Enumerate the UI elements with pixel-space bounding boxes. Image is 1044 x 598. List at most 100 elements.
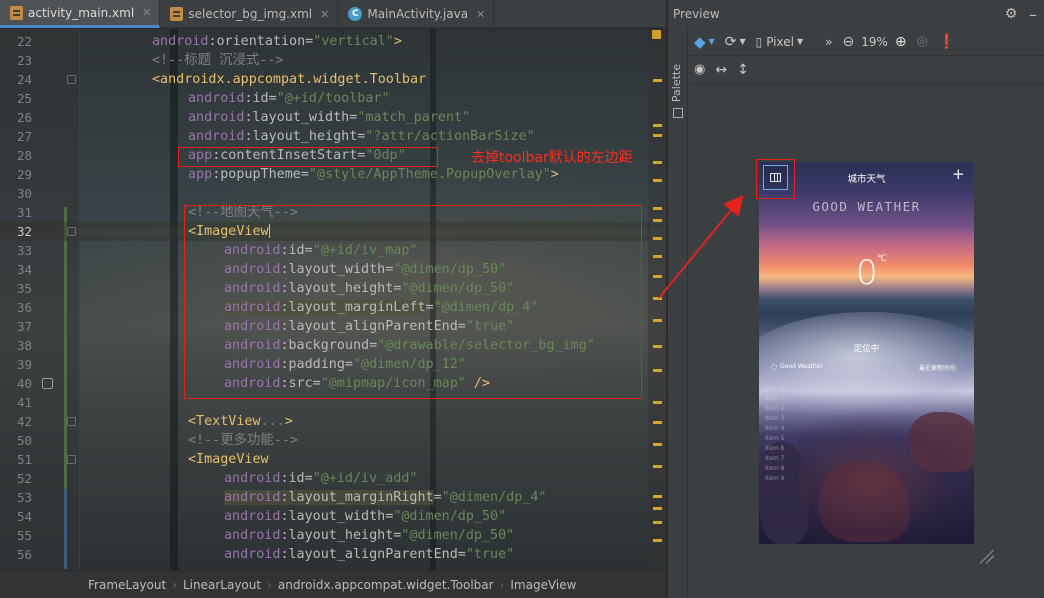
add-button[interactable]: + (952, 167, 965, 182)
device-label: Pixel (766, 34, 794, 49)
line-number: 42 (16, 414, 32, 429)
line-number: 37 (16, 319, 32, 334)
code-token: :layout_width= (280, 509, 394, 524)
line-number: 30 (16, 186, 32, 201)
warning-marker[interactable] (653, 443, 662, 446)
code-token: "@+id/iv_add" (312, 471, 418, 486)
warning-marker[interactable] (653, 369, 662, 372)
code-token: "@+id/toolbar" (276, 91, 390, 106)
device-selector[interactable]: ▯ Pixel ▼ (751, 31, 809, 53)
annotation-box-map-button (756, 159, 795, 199)
warning-marker[interactable] (653, 421, 662, 424)
code-token: "match_parent" (357, 110, 471, 125)
warning-marker[interactable] (653, 207, 662, 210)
image-preview-icon[interactable] (42, 378, 53, 389)
phone-preview[interactable]: 城市天气 + GOOD WEATHER 0 ℃ 定位中 Good Weather… (759, 162, 974, 544)
line-number: 35 (16, 281, 32, 296)
warning-marker[interactable] (653, 465, 662, 468)
warning-marker[interactable] (653, 79, 662, 82)
warning-icon[interactable]: ❗ (933, 31, 960, 53)
minimize-icon[interactable]: – (1022, 5, 1044, 24)
close-tab-icon[interactable]: ✕ (142, 6, 151, 19)
sun-icon (771, 363, 777, 370)
code-text: android:id="@+id/toolbar" (188, 89, 390, 108)
warning-marker[interactable] (653, 255, 662, 258)
code-token: android (188, 91, 245, 106)
warning-marker[interactable] (653, 495, 662, 498)
temperature-value: 0 (856, 253, 878, 293)
warning-marker[interactable] (653, 237, 662, 240)
list-item: Item 9 (765, 475, 785, 482)
error-stripe[interactable] (648, 29, 666, 570)
tab-mainactivity-java[interactable]: C MainActivity.java ✕ (338, 0, 495, 28)
warning-marker[interactable] (653, 124, 662, 127)
line-number: 27 (16, 129, 32, 144)
zoom-to-fit-icon[interactable]: ◎ (912, 31, 933, 53)
code-line: 26 android:layout_width="match_parent" (0, 108, 650, 127)
code-token: android (224, 528, 281, 543)
code-token: android (224, 547, 281, 562)
preview-header: Preview ⚙ – (668, 0, 1044, 28)
inspection-status-icon[interactable] (652, 30, 661, 39)
close-tab-icon[interactable]: ✕ (320, 8, 329, 21)
palette-icon[interactable] (673, 108, 683, 118)
rock-image (819, 462, 909, 542)
fold-icon[interactable] (67, 227, 76, 236)
vertical-resize-icon[interactable]: ↕ (732, 59, 754, 81)
fold-icon[interactable] (67, 455, 76, 464)
layers-icon[interactable]: ◆ ▼ (689, 31, 720, 53)
code-token: <!--更多功能--> (188, 433, 298, 448)
good-weather-headline: GOOD WEATHER (812, 199, 921, 214)
gear-icon[interactable]: ⚙ (1000, 6, 1022, 22)
resize-handle[interactable] (978, 548, 994, 564)
breadcrumb-item[interactable]: ImageView (504, 578, 582, 592)
code-token: > (393, 34, 402, 49)
line-number: 36 (16, 300, 32, 315)
tab-activity-main-xml[interactable]: activity_main.xml ✕ (0, 0, 161, 28)
eye-icon[interactable]: ◉ (689, 59, 710, 81)
code-token: android (188, 129, 245, 144)
list-item: Item 3 (765, 415, 785, 422)
code-text: android:id="@+id/iv_add" (224, 469, 418, 488)
zoom-out-icon[interactable]: ⊖ (837, 31, 859, 53)
warning-marker[interactable] (653, 275, 662, 278)
zoom-in-icon[interactable]: ⊕ (890, 31, 912, 53)
overflow-icon[interactable]: » (820, 31, 837, 53)
line-number: 50 (16, 433, 32, 448)
warning-marker[interactable] (653, 345, 662, 348)
warning-marker[interactable] (653, 507, 662, 510)
warning-marker[interactable] (653, 134, 662, 137)
breadcrumb-item[interactable]: androidx.appcompat.widget.Toolbar (272, 578, 500, 592)
warning-marker[interactable] (653, 161, 662, 164)
code-line: 50 <!--更多功能--> (0, 431, 650, 450)
warning-marker[interactable] (653, 539, 662, 542)
warning-marker[interactable] (653, 297, 662, 300)
code-token: android (224, 471, 281, 486)
line-number: 56 (16, 547, 32, 562)
fold-icon[interactable] (67, 417, 76, 426)
horizontal-resize-icon[interactable]: ↔ (710, 59, 732, 81)
code-editor[interactable]: android:orientation="vertical">22android… (0, 29, 666, 570)
last-update-label: 最近更新时间: (919, 365, 958, 372)
code-line: 29 app:popupTheme="@style/AppTheme.PopupO… (0, 165, 650, 184)
tab-label: activity_main.xml (28, 5, 135, 20)
preview-title: Preview (673, 7, 720, 21)
code-token: :orientation= (208, 34, 314, 49)
code-text: android:layout_width="match_parent" (188, 108, 470, 127)
code-line: 42 <TextView...> (0, 412, 650, 431)
code-token: <androidx.appcompat.widget.Toolbar (152, 72, 427, 87)
warning-marker[interactable] (653, 219, 662, 222)
breadcrumb-item[interactable]: FrameLayout (82, 578, 172, 592)
tab-selector-bg-img-xml[interactable]: selector_bg_img.xml ✕ (160, 0, 339, 28)
close-tab-icon[interactable]: ✕ (476, 8, 485, 21)
warning-marker[interactable] (653, 521, 662, 524)
warning-marker[interactable] (653, 179, 662, 182)
warning-marker[interactable] (653, 401, 662, 404)
breadcrumb-item[interactable]: LinearLayout (177, 578, 267, 592)
preview-toolbar: ◆ ▼ ⟳ ▼ ▯ Pixel ▼ » ⊖ 19% ⊕ ◎ ❗ (689, 28, 1044, 56)
code-line: 22 android:orientation="vertical"> (0, 32, 650, 51)
fold-icon[interactable] (67, 75, 76, 84)
palette-tab[interactable]: Palette (670, 64, 683, 102)
orientation-icon[interactable]: ⟳ ▼ (720, 31, 751, 53)
warning-marker[interactable] (653, 319, 662, 322)
